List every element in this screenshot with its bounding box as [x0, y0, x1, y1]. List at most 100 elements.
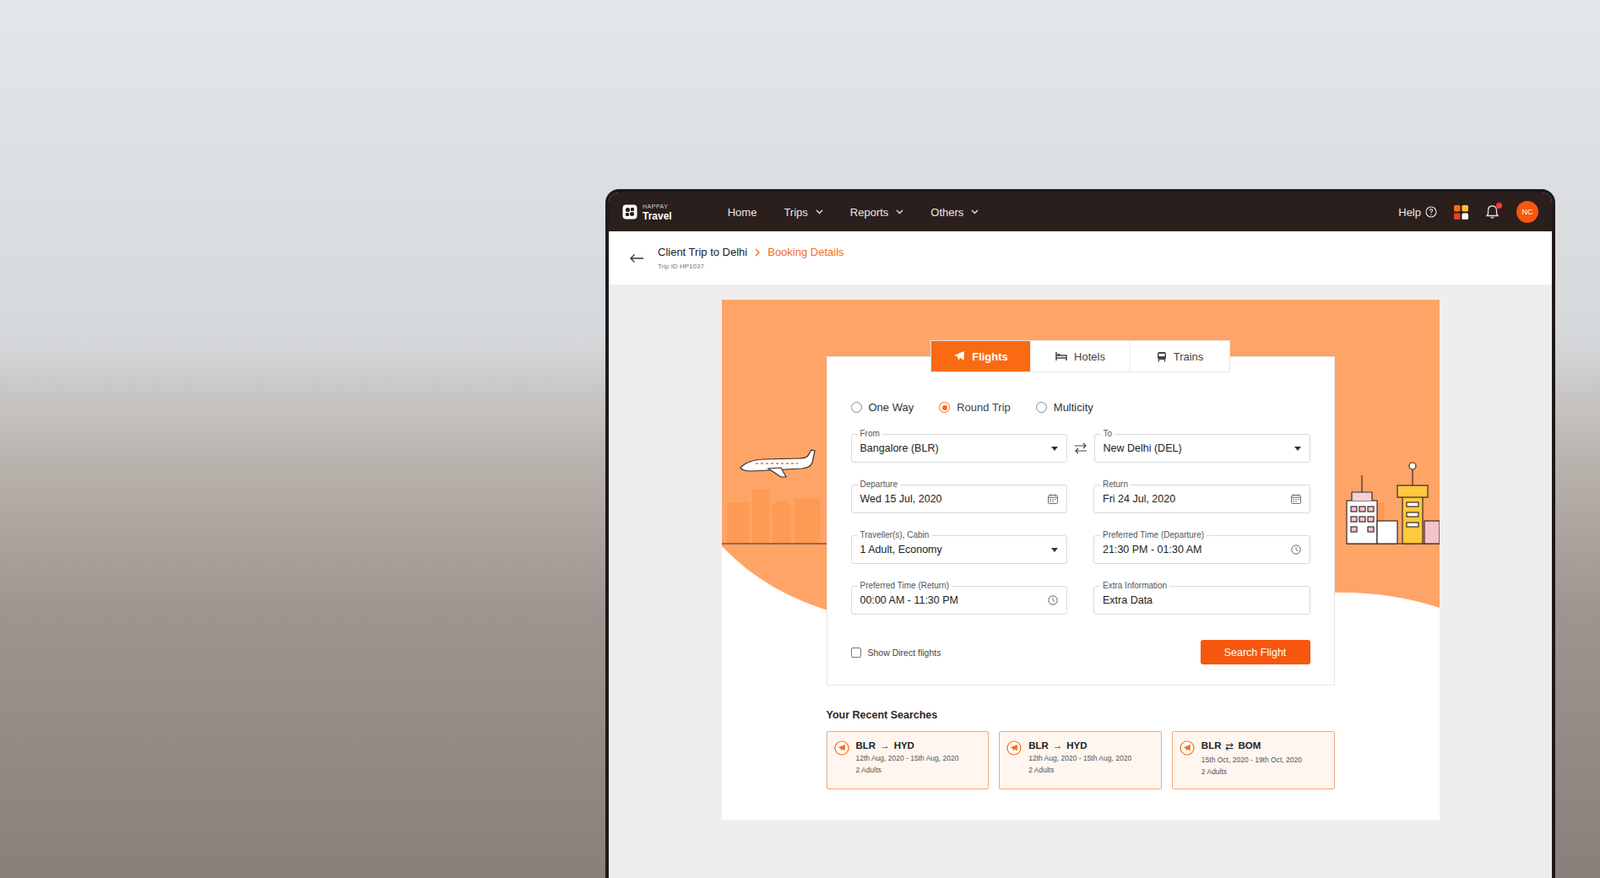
field-value: 00:00 AM - 11:30 PM [860, 594, 1042, 607]
nav-item[interactable]: Others [930, 206, 979, 219]
radio-circle [851, 401, 863, 413]
route-row: FromBangalore (BLR) ToNew Delhi (DEL) [851, 433, 1311, 463]
field-label: Extra Information [1100, 580, 1170, 592]
form-field[interactable]: Preferred Time (Departure)21:30 PM - 01:… [1093, 535, 1311, 565]
dropdown-caret-icon [1051, 547, 1058, 553]
booking-tab[interactable]: Flights [931, 341, 1031, 372]
booking-tabs: Flights Hotels Trains [930, 340, 1231, 373]
back-arrow-icon[interactable] [629, 253, 645, 264]
form-footer: Show Direct flights Search Flight [851, 640, 1311, 665]
search-form: One Way Round Trip Multicity FromBangalore … [826, 356, 1335, 686]
chevron-right-icon [753, 248, 761, 257]
buildings-illustration-icon [1346, 462, 1440, 544]
booking-tab[interactable]: Trains [1129, 341, 1230, 372]
nav-item[interactable]: Reports [850, 206, 905, 219]
nav-label: Reports [850, 206, 890, 219]
plane-circle-icon [834, 740, 850, 756]
notifications[interactable] [1485, 204, 1500, 220]
form-field[interactable]: Preferred Time (Return)00:00 AM - 11:30 … [851, 585, 1069, 615]
recent-route: BLR→ HYD [856, 740, 960, 751]
notification-dot [1496, 202, 1503, 209]
help-link[interactable]: Help [1398, 206, 1438, 219]
recent-dates: 12th Aug, 2020 - 15th Aug, 2020 [856, 753, 960, 763]
field-label: Return [1100, 479, 1131, 490]
field-label: Preferred Time (Departure) [1100, 530, 1207, 541]
recent-search-details: BLR→HYD 12th Aug, 2020 - 15th Aug, 2020 2 … [1028, 740, 1132, 781]
nav: Home Trips Reports Others [727, 206, 980, 219]
tab-label: Flights [971, 350, 1009, 364]
recent-route: BLR→HYD [1028, 740, 1132, 751]
help-label: Help [1398, 206, 1422, 219]
route-from: BLR [856, 740, 877, 751]
plane-circle-icon [1179, 740, 1195, 756]
brand-small: HAPPAY [642, 203, 673, 210]
route-from: BLR [1028, 740, 1049, 751]
field-label: To [1101, 428, 1116, 440]
field-label: Preferred Time (Return) [857, 580, 953, 592]
recent-search-details: BLR⇄BOM15th Oct, 2020 - 19th Oct, 20202 … [1201, 740, 1302, 781]
route-arrow: ⇄ [1225, 740, 1234, 753]
form-field[interactable]: Traveller(s), Cabin1 Adult, Economy [851, 535, 1069, 565]
recent-search-card[interactable]: BLR→HYD 12th Aug, 2020 - 15th Aug, 2020 2 … [998, 731, 1162, 790]
form-field[interactable]: ReturnFri 24 Jul, 2020 [1093, 484, 1311, 514]
clock-icon [1047, 595, 1058, 606]
route-to: BOM [1237, 740, 1261, 753]
field-value: Bangalore (BLR) [860, 442, 1045, 455]
field-label: Traveller(s), Cabin [857, 530, 933, 541]
dropdown-caret-icon [1294, 446, 1302, 451]
recent-search-card[interactable]: BLR⇄BOM15th Oct, 2020 - 19th Oct, 20202 … [1171, 731, 1335, 790]
direct-flights-checkbox[interactable]: Show Direct flights [851, 647, 942, 658]
booking-tab[interactable]: Hotels [1030, 341, 1130, 372]
route-to: HYD [1066, 740, 1087, 751]
logo-text: HAPPAYTravel [642, 203, 673, 222]
recent-list: BLR→HYD12th Aug, 2020 - 15th Aug, 20202 … [826, 731, 1335, 790]
to-field[interactable]: ToNew Delhi (DEL) [1094, 433, 1311, 463]
radio-label: One Way [868, 401, 915, 414]
recent-dates: 12th Aug, 2020 - 15th Aug, 2020 [1028, 753, 1132, 763]
avatar[interactable]: NC [1516, 200, 1539, 223]
checkbox-label: Show Direct flights [867, 647, 942, 658]
chevron-down-icon [970, 209, 979, 215]
field-value: Extra Data [1102, 594, 1302, 607]
trip-type-radio[interactable]: Multicity [1035, 401, 1094, 414]
clock-icon [1290, 544, 1302, 555]
recent-search-card[interactable]: BLR→HYD12th Aug, 2020 - 15th Aug, 20202 … [826, 731, 990, 790]
nav-item[interactable]: Trips [783, 206, 823, 219]
breadcrumb: Client Trip to DelhiBooking DetailsTrip … [657, 245, 845, 271]
brand: Travel [642, 211, 673, 222]
breadcrumb-bar: Client Trip to DelhiBooking DetailsTrip … [608, 231, 1552, 285]
apps-grid-icon[interactable] [1453, 205, 1469, 220]
search-flight-button[interactable]: Search Flight [1200, 640, 1311, 665]
dropdown-caret-icon [1051, 446, 1058, 451]
plane-circle-icon [1006, 740, 1022, 756]
recent-travellers: 2 Adults [1201, 767, 1302, 776]
nav-label: Others [930, 206, 964, 219]
trip-type-radio[interactable]: One Way [851, 401, 915, 414]
checkbox-box [851, 647, 862, 658]
route-arrow: → [879, 740, 890, 751]
swap-icon[interactable] [1073, 442, 1088, 455]
radio-dot [942, 405, 948, 411]
field-value: New Delhi (DEL) [1103, 442, 1288, 455]
plane-icon [953, 350, 966, 363]
nav-item[interactable]: Home [727, 206, 758, 219]
form-field[interactable]: Extra InformationExtra Data [1093, 585, 1311, 615]
recent-route: BLR⇄BOM [1201, 740, 1302, 753]
from-field[interactable]: FromBangalore (BLR) [851, 433, 1068, 463]
radio-label: Round Trip [956, 401, 1011, 414]
breadcrumb-parent[interactable]: Client Trip to Delhi [657, 245, 748, 259]
plane-illustration-icon [740, 450, 815, 478]
tab-label: Trains [1173, 350, 1205, 364]
calendar-icon [1047, 493, 1058, 505]
train-icon [1156, 351, 1167, 363]
field-value: 21:30 PM - 01:30 AM [1102, 543, 1285, 556]
route-to: HYD [894, 740, 915, 751]
content: Flights Hotels Trains One Way Round Trip Mult… [608, 284, 1552, 878]
form-field[interactable]: DepartureWed 15 Jul, 2020 [851, 484, 1069, 514]
trip-type-radio[interactable]: Round Trip [938, 401, 1011, 414]
route-from: BLR [1201, 740, 1222, 753]
logo[interactable]: HAPPAYTravel [622, 203, 673, 222]
chevron-down-icon [815, 209, 824, 215]
recent-travellers: 2 Adults [1028, 765, 1132, 775]
recent-searches-title: Your Recent Searches [826, 709, 1335, 722]
